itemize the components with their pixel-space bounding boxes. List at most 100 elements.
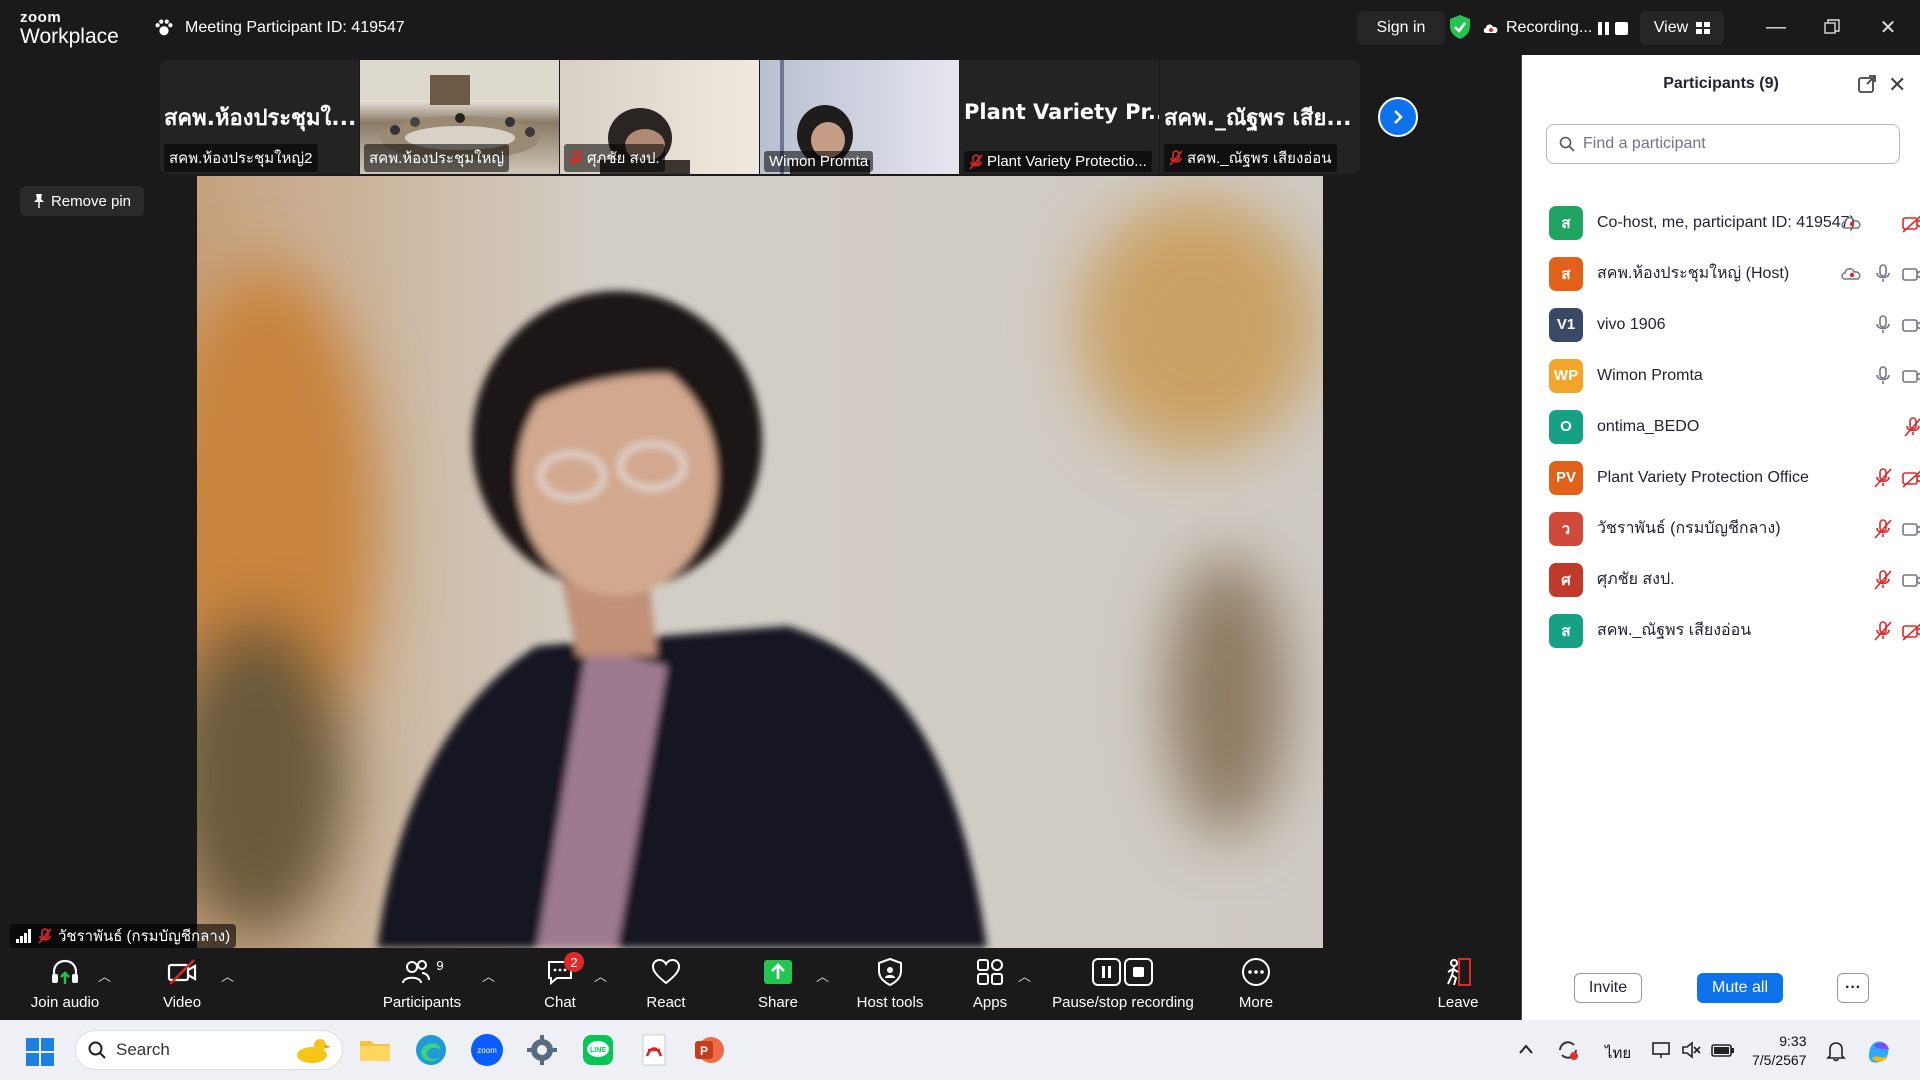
participant-name: Plant Variety Protection Office bbox=[1597, 468, 1809, 486]
participant-row[interactable]: ว วัชราพันธ์ (กรมบัญชีกลาง) bbox=[1522, 503, 1920, 554]
participant-row[interactable]: PV Plant Variety Protection Office bbox=[1522, 452, 1920, 503]
audio-options-chevron-icon[interactable]: ︿ bbox=[98, 966, 111, 985]
logo-line1: zoom bbox=[20, 9, 62, 26]
chat-options-chevron-icon[interactable]: ︿ bbox=[594, 966, 607, 985]
edge-browser-icon[interactable] bbox=[413, 1032, 449, 1068]
tile-display-name: สคพ.ห้องประชุมใ... bbox=[164, 106, 357, 131]
copilot-icon[interactable] bbox=[1864, 1036, 1894, 1066]
tile-name-label: Wimon Promta bbox=[764, 151, 874, 172]
leave-button[interactable]: Leave bbox=[1432, 956, 1484, 1016]
encryption-shield-icon[interactable] bbox=[1448, 14, 1472, 40]
strip-tile[interactable]: ศุภชัย สงป. bbox=[560, 60, 760, 174]
camera-icon bbox=[1901, 262, 1920, 286]
svg-text:P: P bbox=[700, 1044, 708, 1058]
mic-muted-icon[interactable] bbox=[1871, 568, 1895, 592]
mic-muted-icon[interactable] bbox=[1901, 415, 1920, 439]
react-button[interactable]: React bbox=[640, 956, 692, 1016]
mic-muted-icon[interactable] bbox=[1871, 466, 1895, 490]
mic-muted-icon[interactable] bbox=[1871, 619, 1895, 643]
apps-button[interactable]: Apps bbox=[964, 956, 1016, 1016]
view-button[interactable]: View bbox=[1640, 11, 1724, 45]
network-icon[interactable] bbox=[1652, 1040, 1672, 1060]
notification-bell-icon[interactable] bbox=[1826, 1040, 1846, 1062]
join-audio-button[interactable]: Join audio bbox=[26, 956, 104, 1016]
svg-text:zoom: zoom bbox=[477, 1046, 497, 1055]
meeting-info[interactable]: Meeting Participant ID: 419547 bbox=[153, 17, 405, 39]
more-button[interactable]: More bbox=[1230, 956, 1282, 1016]
host-tools-button[interactable]: Host tools bbox=[854, 956, 926, 1016]
pop-out-icon[interactable] bbox=[1857, 74, 1877, 94]
signal-strength-icon bbox=[16, 929, 31, 943]
participant-row[interactable]: ส สคพ._ณัฐพร เสียงอ่อน bbox=[1522, 605, 1920, 656]
recording-indicator[interactable]: Recording... bbox=[1482, 11, 1629, 45]
share-button[interactable]: Share bbox=[752, 956, 804, 1016]
search-input[interactable] bbox=[1583, 135, 1883, 153]
restore-icon[interactable] bbox=[1812, 12, 1852, 42]
participant-row[interactable]: ศ ศุภชัย สงป. bbox=[1522, 554, 1920, 605]
participant-row[interactable]: WP Wimon Promta bbox=[1522, 350, 1920, 401]
mic-muted-icon[interactable] bbox=[1871, 517, 1895, 541]
powerpoint-icon[interactable]: P bbox=[691, 1032, 727, 1068]
participant-avatar: V1 bbox=[1549, 307, 1583, 342]
line-app-icon[interactable]: LINE bbox=[580, 1032, 616, 1068]
close-panel-icon[interactable]: ✕ bbox=[1888, 72, 1906, 98]
system-clock[interactable]: 9:33 7/5/2567 bbox=[1752, 1032, 1807, 1070]
mic-icon[interactable] bbox=[1871, 262, 1895, 286]
zoom-app-icon[interactable]: zoom bbox=[469, 1032, 505, 1068]
meeting-title: Meeting Participant ID: 419547 bbox=[185, 19, 405, 36]
sign-in-button[interactable]: Sign in bbox=[1357, 11, 1445, 45]
participants-button[interactable]: 9 Participants bbox=[378, 956, 466, 1016]
tile-name-label: Plant Variety Protectio... bbox=[964, 151, 1152, 172]
file-explorer-icon[interactable] bbox=[357, 1032, 393, 1068]
strip-tile[interactable]: Plant Variety Pr... Plant Variety Protec… bbox=[960, 60, 1160, 174]
close-window-icon[interactable]: ✕ bbox=[1868, 12, 1908, 42]
share-options-chevron-icon[interactable]: ︿ bbox=[816, 966, 829, 985]
search-icon bbox=[1559, 136, 1575, 152]
windows-taskbar: Search zoom LINE P ไทย 9:33 7/5/2567 bbox=[0, 1020, 1920, 1080]
stop-recording-icon[interactable] bbox=[1615, 21, 1629, 35]
camera-off-icon bbox=[1901, 211, 1920, 235]
minimize-icon[interactable]: — bbox=[1756, 12, 1796, 42]
participant-name: ศุภชัย สงป. bbox=[1597, 571, 1675, 588]
strip-tile[interactable]: Wimon Promta bbox=[760, 60, 960, 174]
invite-button[interactable]: Invite bbox=[1574, 973, 1642, 1003]
camera-icon bbox=[1901, 313, 1920, 337]
tile-display-name: Plant Variety Pr... bbox=[964, 100, 1160, 124]
camera-icon bbox=[1901, 517, 1920, 541]
input-language[interactable]: ไทย bbox=[1605, 1041, 1631, 1065]
taskbar-search[interactable]: Search bbox=[75, 1030, 343, 1070]
pause-stop-recording-button[interactable]: Pause/stop recording bbox=[1048, 956, 1198, 1016]
participant-row[interactable]: V1 vivo 1906 bbox=[1522, 299, 1920, 350]
participant-row[interactable]: ส Co-host, me, participant ID: 419547) bbox=[1522, 197, 1920, 248]
participant-search[interactable] bbox=[1546, 124, 1900, 164]
mic-icon[interactable] bbox=[1871, 313, 1895, 337]
pause-recording-icon[interactable] bbox=[1598, 21, 1610, 35]
chevron-up-icon[interactable] bbox=[1518, 1042, 1534, 1056]
battery-icon[interactable] bbox=[1711, 1040, 1735, 1060]
windows-start-icon[interactable] bbox=[25, 1037, 55, 1067]
settings-gear-icon[interactable] bbox=[524, 1032, 560, 1068]
panel-more-button[interactable]: ··· bbox=[1837, 973, 1869, 1003]
chat-button[interactable]: Chat 2 bbox=[534, 952, 586, 1016]
participants-options-chevron-icon[interactable]: ︿ bbox=[482, 966, 495, 985]
volume-muted-icon[interactable] bbox=[1681, 1040, 1701, 1060]
mute-all-button[interactable]: Mute all bbox=[1697, 973, 1783, 1003]
strip-tile[interactable]: สคพ.ห้องประชุมใหญ่ bbox=[360, 60, 560, 174]
chat-unread-badge: 2 bbox=[564, 952, 584, 972]
tile-name-label: สคพ._ณัฐพร เสียงอ่อน bbox=[1164, 144, 1337, 172]
strip-tile[interactable]: สคพ._ณัฐพร เสีย... สคพ._ณัฐพร เสียงอ่อน bbox=[1160, 60, 1360, 174]
next-page-button[interactable] bbox=[1378, 97, 1418, 137]
apps-icon bbox=[977, 959, 1003, 985]
strip-tile[interactable]: สคพ.ห้องประชุมใ... สคพ.ห้องประชุมใหญ่2 bbox=[160, 60, 360, 174]
sync-icon[interactable] bbox=[1556, 1038, 1580, 1062]
video-button[interactable]: Video bbox=[152, 956, 212, 1016]
acrobat-icon[interactable] bbox=[636, 1032, 672, 1068]
remove-pin-button[interactable]: Remove pin bbox=[20, 186, 144, 216]
apps-options-chevron-icon[interactable]: ︿ bbox=[1018, 966, 1031, 985]
participant-row[interactable]: Oontima_BEDO bbox=[1522, 401, 1920, 452]
mic-icon[interactable] bbox=[1871, 364, 1895, 388]
meeting-toolbar: Join audio ︿ Video ︿ 9 Participants ︿ Ch… bbox=[0, 948, 1520, 1020]
mic-muted-icon bbox=[969, 153, 983, 170]
video-options-chevron-icon[interactable]: ︿ bbox=[221, 966, 234, 985]
participant-row[interactable]: ส สคพ.ห้องประชุมใหญ่ (Host) bbox=[1522, 248, 1920, 299]
